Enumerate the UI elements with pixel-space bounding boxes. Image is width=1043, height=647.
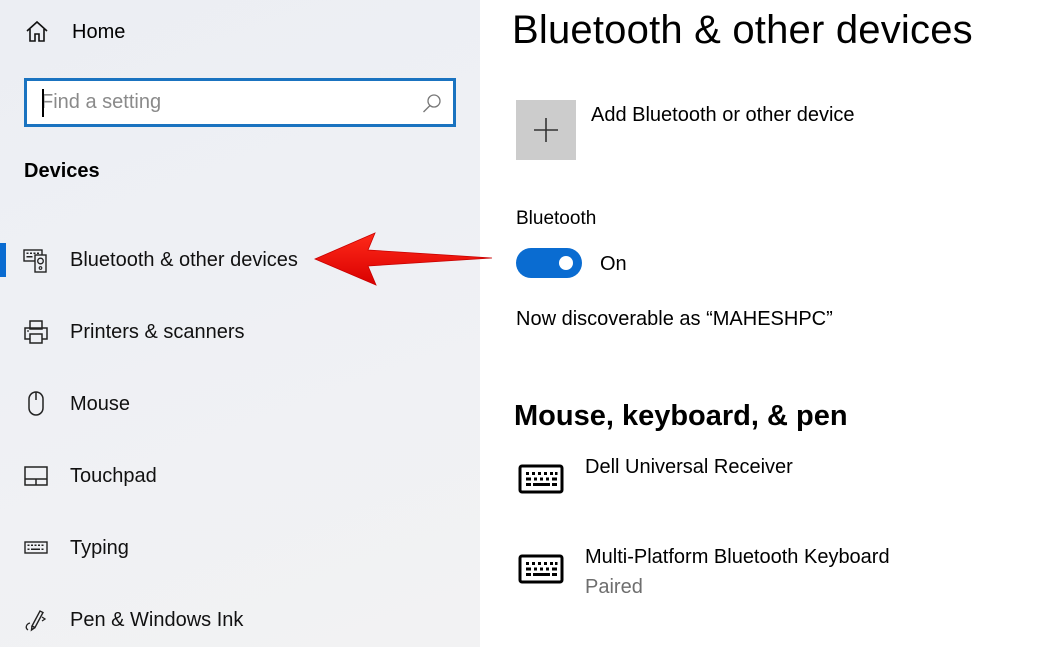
sidebar-item-label: Typing (70, 536, 129, 559)
sidebar-item-printers[interactable]: Printers & scanners (0, 308, 480, 356)
device-item-dell-receiver[interactable]: Dell Universal Receiver (516, 456, 1016, 516)
discoverable-text: Now discoverable as “MAHESHPC” (516, 308, 833, 330)
search-icon[interactable] (421, 92, 443, 114)
device-item-bluetooth-keyboard[interactable]: Multi-Platform Bluetooth Keyboard Paired (516, 546, 1016, 606)
home-icon (26, 20, 48, 42)
page-title: Bluetooth & other devices (512, 8, 973, 52)
device-status: Paired (585, 576, 643, 598)
bluetooth-devices-icon (23, 249, 47, 273)
bluetooth-toggle[interactable] (516, 248, 582, 278)
sidebar-item-touchpad[interactable]: Touchpad (0, 452, 480, 500)
mouse-icon (28, 391, 44, 416)
mouse-keyboard-pen-heading: Mouse, keyboard, & pen (514, 400, 848, 432)
add-device-label: Add Bluetooth or other device (591, 104, 855, 126)
keyboard-icon (24, 541, 48, 554)
sidebar-item-label: Bluetooth & other devices (70, 248, 298, 271)
sidebar-item-label: Mouse (70, 392, 131, 415)
keyboard-icon (518, 554, 564, 584)
sidebar-item-label: Touchpad (70, 464, 157, 487)
sidebar-item-bluetooth-devices[interactable]: Bluetooth & other devices (0, 236, 480, 284)
device-name: Dell Universal Receiver (585, 456, 793, 478)
pen-icon (25, 610, 47, 632)
device-name: Multi-Platform Bluetooth Keyboard (585, 546, 890, 568)
toggle-knob (559, 256, 573, 270)
search-input[interactable] (41, 81, 421, 124)
bluetooth-label: Bluetooth (516, 208, 597, 229)
devices-section-title: Devices (24, 160, 100, 182)
sidebar: Home Devices Bluetooth & other devices P… (0, 0, 480, 647)
selected-indicator (0, 243, 6, 277)
bluetooth-toggle-state: On (600, 253, 627, 275)
touchpad-icon (24, 466, 48, 486)
keyboard-icon (518, 464, 564, 494)
printer-icon (24, 320, 48, 344)
home-link[interactable]: Home (24, 14, 125, 50)
add-device-tile[interactable] (516, 100, 576, 160)
home-label: Home (72, 20, 126, 43)
sidebar-item-typing[interactable]: Typing (0, 524, 480, 572)
sidebar-item-mouse[interactable]: Mouse (0, 380, 480, 428)
sidebar-item-pen[interactable]: Pen & Windows Ink (0, 596, 480, 644)
text-caret (42, 89, 44, 117)
search-box[interactable] (24, 78, 456, 127)
sidebar-item-label: Pen & Windows Ink (70, 608, 244, 631)
plus-icon (534, 118, 558, 142)
sidebar-item-label: Printers & scanners (70, 320, 245, 343)
main-content: Bluetooth & other devices Add Bluetooth … (480, 0, 1043, 647)
